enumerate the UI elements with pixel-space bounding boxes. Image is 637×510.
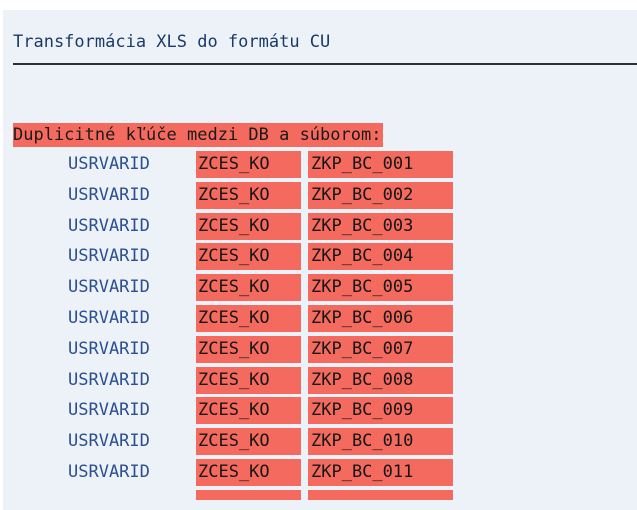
- list-item: USRVARID ZCES_KO ZKP_BC_011: [3, 458, 637, 490]
- duplicate-key-id: ZKP_BC_003: [308, 212, 453, 240]
- list-item: USRVARID ZCES_KO ZKP_BC_010: [3, 428, 637, 459]
- duplicate-keys-list: USRVARID ZCES_KO ZKP_BC_001 USRVARID ZCES_KO…: [3, 151, 637, 510]
- duplicate-key-value: ZCES_KO: [196, 212, 301, 240]
- duplicate-key-value: ZCES_KO: [196, 458, 301, 486]
- duplicate-key-value: ZCES_KO: [196, 181, 301, 209]
- duplicate-key-id: ZKP_BC_005: [308, 274, 453, 302]
- duplicate-keys-header: Duplicitné kľúče medzi DB a súborom:: [13, 123, 384, 147]
- field-name: USRVARID: [68, 184, 150, 205]
- duplicate-key-id: ZKP_BC_010: [308, 428, 453, 456]
- list-item: USRVARID ZCES_KO ZKP_BC_009: [3, 397, 637, 428]
- field-name: USRVARID: [68, 215, 150, 236]
- duplicate-key-id: ZKP_BC_009: [308, 397, 453, 425]
- field-name: USRVARID: [68, 431, 150, 452]
- list-item-partial: [3, 489, 637, 510]
- list-item: USRVARID ZCES_KO ZKP_BC_005: [3, 274, 637, 305]
- duplicate-key-id: ZKP_BC_008: [308, 366, 453, 394]
- duplicate-key-value: ZCES_KO: [196, 243, 301, 271]
- field-name: USRVARID: [68, 369, 150, 390]
- duplicate-key-value: ZCES_KO: [196, 366, 301, 394]
- list-item: USRVARID ZCES_KO ZKP_BC_001: [3, 151, 637, 182]
- field-name: USRVARID: [68, 246, 150, 267]
- list-item: USRVARID ZCES_KO ZKP_BC_003: [3, 212, 637, 244]
- duplicate-key-value: ZCES_KO: [196, 428, 301, 456]
- duplicate-key-id: ZKP_BC_002: [308, 181, 453, 209]
- field-name: USRVARID: [68, 338, 150, 359]
- top-border: [0, 0, 637, 10]
- duplicate-key-id: ZKP_BC_001: [308, 151, 453, 178]
- list-output-area: Transformácia XLS do formátu CU Duplicit…: [3, 10, 637, 510]
- field-name: USRVARID: [68, 277, 150, 298]
- field-name: USRVARID: [68, 154, 150, 174]
- duplicate-key-highlight: [196, 489, 301, 500]
- field-name: USRVARID: [68, 400, 150, 421]
- duplicate-key-highlight: [308, 489, 453, 500]
- list-item: USRVARID ZCES_KO ZKP_BC_002: [3, 181, 637, 213]
- page-title: Transformácia XLS do formátu CU: [13, 32, 331, 52]
- list-item: USRVARID ZCES_KO ZKP_BC_004: [3, 243, 637, 274]
- field-name: USRVARID: [68, 461, 150, 482]
- title-underline: [13, 63, 637, 65]
- duplicate-key-value: ZCES_KO: [196, 335, 301, 363]
- duplicate-key-value: ZCES_KO: [196, 151, 301, 178]
- duplicate-key-id: ZKP_BC_007: [308, 335, 453, 363]
- duplicate-key-value: ZCES_KO: [196, 397, 301, 425]
- duplicate-key-value: ZCES_KO: [196, 304, 301, 332]
- list-item: USRVARID ZCES_KO ZKP_BC_008: [3, 366, 637, 398]
- duplicate-key-value: ZCES_KO: [196, 274, 301, 302]
- field-name: USRVARID: [68, 307, 150, 328]
- duplicate-key-id: ZKP_BC_011: [308, 458, 453, 486]
- duplicate-key-id: ZKP_BC_004: [308, 243, 453, 271]
- list-item: USRVARID ZCES_KO ZKP_BC_007: [3, 335, 637, 367]
- duplicate-key-id: ZKP_BC_006: [308, 304, 453, 332]
- report-output-window: Transformácia XLS do formátu CU Duplicit…: [0, 0, 637, 510]
- list-item: USRVARID ZCES_KO ZKP_BC_006: [3, 304, 637, 336]
